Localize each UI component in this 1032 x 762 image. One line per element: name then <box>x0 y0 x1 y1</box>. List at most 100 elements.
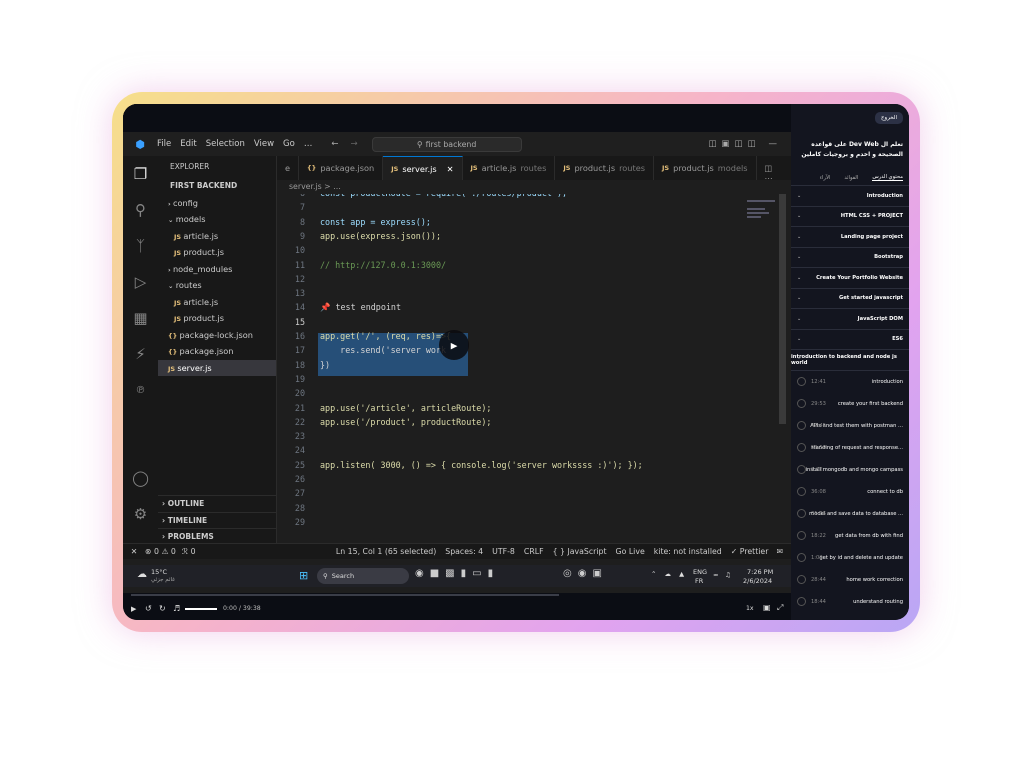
tree-item[interactable]: JS server.js <box>158 359 276 376</box>
menu-item[interactable]: Go <box>283 139 295 149</box>
run-debug-icon[interactable]: ▷ <box>123 264 158 300</box>
lesson-item[interactable]: 18:22 get data from db with find <box>791 525 909 547</box>
volume-icon[interactable]: ♫ <box>725 571 731 579</box>
remote-icon[interactable]: ✕ <box>123 547 145 556</box>
close-icon[interactable]: ✕ <box>447 164 454 174</box>
lesson-item[interactable]: 2:02 install mongodb and mongo campass <box>791 459 909 481</box>
project-title[interactable]: FIRST BACKEND <box>158 178 276 195</box>
play-button[interactable]: ▶ <box>439 330 469 360</box>
course-tab[interactable]: محتوي الدرس <box>872 174 903 181</box>
command-search-box[interactable]: ⚲ first backend <box>371 136 522 152</box>
course-tab[interactable]: الآراء <box>820 175 831 181</box>
status-golive[interactable]: Go Live <box>616 547 645 556</box>
status-kite[interactable]: kite: not installed <box>654 547 722 556</box>
tray-icons[interactable]: ⌃ ☁ ▲ <box>651 570 687 578</box>
volume-control-icon[interactable]: ♬ <box>173 604 180 613</box>
status-encoding[interactable]: UTF-8 <box>492 547 515 556</box>
speed-button[interactable]: 1x <box>746 605 754 612</box>
exit-button[interactable]: الخروج <box>875 112 903 124</box>
status-problems[interactable]: ⊗ 0 ⚠ 0 <box>145 547 176 556</box>
editor-tab[interactable]: {} package.json <box>299 156 384 180</box>
menu-item[interactable]: File <box>157 139 171 149</box>
lesson-item[interactable]: 31:06 model and save data to database ... <box>791 503 909 525</box>
timeline-section[interactable]: › TIMELINE <box>158 511 277 529</box>
course-tab[interactable]: الفوائد <box>844 175 858 181</box>
lesson-item[interactable]: 36:08 connect to db <box>791 481 909 503</box>
lesson-item[interactable]: 18:44 understand routing <box>791 591 909 613</box>
status-eol[interactable]: CRLF <box>524 547 544 556</box>
video-progress-track[interactable] <box>131 594 559 596</box>
course-section[interactable]: ⌄ JavaScript DOM <box>791 309 909 330</box>
settings-gear-icon[interactable]: ⚙ <box>123 496 158 532</box>
editor-tab[interactable]: JS article.js routes <box>463 156 556 180</box>
status-ports[interactable]: ℛ 0 <box>182 547 196 556</box>
tree-item[interactable]: JS article.js <box>158 294 276 311</box>
account-icon[interactable]: ◯ <box>123 460 158 496</box>
forward-10-icon[interactable]: ↻ <box>159 604 166 613</box>
status-language[interactable]: { } JavaScript <box>553 547 607 556</box>
video-player[interactable]: ⬢ File Edit Selection View Go … ← → ⚲ first b… <box>123 104 791 620</box>
course-section[interactable]: ⌄ ES6 <box>791 330 909 350</box>
misc-activity-icon[interactable]: ℗ <box>123 372 158 408</box>
status-position[interactable]: Ln 15, Col 1 (65 selected) <box>336 547 436 556</box>
status-spaces[interactable]: Spaces: 4 <box>445 547 483 556</box>
editor-scrollbar[interactable] <box>779 194 786 424</box>
taskbar-search[interactable]: ⚲ Search <box>317 568 409 584</box>
course-section[interactable]: ⌄ Introduction <box>791 186 909 207</box>
tree-item[interactable]: JS product.js <box>158 244 276 261</box>
tree-item[interactable]: JS article.js <box>158 228 276 245</box>
course-section[interactable]: ⌃ introduction to backend and node js wor… <box>791 350 909 371</box>
volume-slider[interactable] <box>185 608 217 610</box>
outline-section[interactable]: › OUTLINE <box>158 495 277 512</box>
play-icon[interactable]: ▶ <box>131 605 136 613</box>
taskbar-lang[interactable]: ENG <box>693 568 707 576</box>
editor-tab[interactable]: JS product.js routes <box>555 156 655 180</box>
tree-item[interactable]: ⌄ models <box>158 211 276 228</box>
status-prettier[interactable]: ✓ Prettier <box>731 547 769 556</box>
explorer-icon[interactable]: ❐ <box>123 156 158 192</box>
lesson-item[interactable]: 49:45 APIs and test them with postman ... <box>791 415 909 437</box>
back-arrow-icon[interactable]: ← <box>331 139 338 149</box>
tree-item[interactable]: JS product.js <box>158 310 276 327</box>
tree-item[interactable]: › config <box>158 195 276 212</box>
course-section[interactable]: ⌄ Bootstrap <box>791 248 909 268</box>
menu-item[interactable]: … <box>304 139 313 149</box>
minimize-icon[interactable]: — <box>769 139 778 149</box>
menu-item[interactable]: Selection <box>206 139 245 149</box>
notification-bell-icon[interactable]: ✉ <box>776 547 783 556</box>
course-section[interactable]: ⌄ Create Your Portfolio Website <box>791 268 909 289</box>
search-activity-icon[interactable]: ⚲ <box>123 192 158 228</box>
tree-item[interactable]: {} package-lock.json <box>158 327 276 344</box>
taskbar-apps-2[interactable]: ◎◉▣ <box>563 568 608 579</box>
editor-actions[interactable]: ◫ ⋯ <box>757 156 791 183</box>
pip-icon[interactable]: ▣ <box>763 603 771 612</box>
extensions-icon[interactable]: ▦ <box>123 300 158 336</box>
tree-item[interactable]: › node_modules <box>158 261 276 278</box>
course-section[interactable]: ⌄ HTML CSS + PROJECT <box>791 207 909 227</box>
lesson-item[interactable]: 1:02 get by id and delete and update <box>791 547 909 569</box>
course-section[interactable]: ⌄ Get started javascript <box>791 289 909 309</box>
editor-tab[interactable]: JS product.js models <box>654 156 757 180</box>
course-section[interactable]: ⌄ Landing page project <box>791 227 909 248</box>
menu-item[interactable]: View <box>254 139 274 149</box>
network-icon[interactable]: ≈ <box>713 571 718 579</box>
layout-icons[interactable]: ◫▣◫◫ <box>708 139 760 149</box>
editor-tab[interactable]: e <box>277 156 300 180</box>
code-editor[interactable]: 6 const productRoute = require('./routes/… <box>277 194 779 543</box>
thunder-client-icon[interactable]: ⚡ <box>123 336 158 372</box>
tree-item[interactable]: ⌄ routes <box>158 277 276 294</box>
lesson-item[interactable]: 12:41 introduction <box>791 371 909 393</box>
lesson-item[interactable]: 29:53 create your first backend <box>791 393 909 415</box>
windows-start-icon[interactable]: ⊞ <box>299 569 308 582</box>
taskbar-apps[interactable]: ◉■▩▮▭▮ <box>415 568 499 579</box>
editor-tab[interactable]: JS server.js ✕ <box>383 156 463 180</box>
lesson-item[interactable]: 28:44 home work correction <box>791 569 909 591</box>
minimap[interactable] <box>743 194 779 394</box>
source-control-icon[interactable]: ᛉ <box>123 228 158 264</box>
lesson-item[interactable]: 59:50 standing of request and response... <box>791 437 909 459</box>
fullscreen-icon[interactable]: ⤢ <box>777 603 783 613</box>
forward-arrow-icon[interactable]: → <box>350 139 357 149</box>
menu-item[interactable]: Edit <box>180 139 196 149</box>
tree-item[interactable]: {} package.json <box>158 343 276 360</box>
replay-icon[interactable]: ↺ <box>145 604 152 613</box>
